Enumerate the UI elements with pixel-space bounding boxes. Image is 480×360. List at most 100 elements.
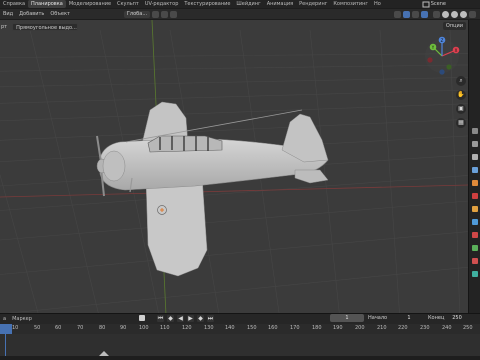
workspace-tab-compositing[interactable]: Композитинг — [330, 0, 371, 8]
auto-keying-icon[interactable] — [139, 315, 145, 321]
ruler-tick: 110 — [160, 325, 170, 331]
ruler-tick: 150 — [247, 325, 257, 331]
playhead-frame-marker[interactable] — [0, 324, 12, 334]
workspace-tab-texture[interactable]: Текстурирование — [181, 0, 233, 8]
workspace-tab-layout[interactable]: Планировка — [28, 0, 66, 8]
3d-viewport[interactable] — [0, 20, 468, 315]
status-bar — [0, 356, 480, 360]
gizmo-z-label: Z — [441, 38, 444, 43]
gizmo-x-label: X — [455, 48, 458, 53]
workspace-tab-modeling[interactable]: Моделирование — [66, 0, 114, 8]
ruler-tick: 130 — [204, 325, 214, 331]
canopy — [147, 135, 223, 153]
xray-icon[interactable] — [421, 10, 428, 18]
menu-view[interactable]: Вид — [0, 11, 16, 17]
options-dropdown[interactable]: Опции — [442, 22, 466, 30]
ruler-tick: 120 — [182, 325, 192, 331]
axis-gizmo-icon[interactable]: X Y Z — [422, 36, 462, 76]
ruler-tick: 240 — [442, 325, 452, 331]
playback-controls: ⏮ ◆ ◀ ▶ ◆ ⏭ — [157, 315, 214, 322]
timeline-menu-marker[interactable]: Маркер — [9, 316, 35, 322]
object-icon[interactable] — [471, 206, 478, 212]
render-icon[interactable] — [471, 141, 478, 147]
jump-keyframe-back-icon[interactable]: ◆ — [167, 315, 174, 322]
view-object-types-icon[interactable] — [394, 10, 401, 18]
camera-icon[interactable]: ▣ — [456, 104, 466, 114]
frame-end-field[interactable]: 250 — [446, 314, 468, 322]
workspace-tab-animation[interactable]: Анимация — [264, 0, 296, 8]
menu-object[interactable]: Объект — [47, 11, 73, 17]
selection-mode-dropdown[interactable]: Прямоугольное выдо... — [12, 22, 79, 31]
shading-material-icon[interactable] — [451, 10, 458, 18]
scene-selector[interactable]: Scene — [422, 0, 446, 8]
workspace-tab-sculpt[interactable]: Скульпт — [114, 0, 142, 8]
timeline-ruler[interactable]: 10 50 60 70 80 90 100 110 120 130 140 15… — [0, 324, 480, 334]
play-reverse-icon[interactable]: ◀ — [177, 315, 184, 322]
x-axis-line — [0, 184, 468, 198]
tool-icon[interactable] — [471, 128, 478, 134]
jump-end-icon[interactable]: ⏭ — [207, 315, 214, 322]
scene-icon — [422, 1, 430, 7]
scene-icon[interactable] — [471, 180, 478, 186]
physics-icon[interactable] — [471, 245, 478, 251]
ruler-tick: 160 — [268, 325, 278, 331]
prop-blade-top — [96, 135, 102, 163]
ruler-tick: 50 — [34, 325, 41, 331]
ruler-tick: 250 — [463, 325, 473, 331]
ruler-tick: 70 — [77, 325, 84, 331]
timeline-menu-view[interactable]: а — [0, 316, 9, 322]
workspace-bar: Справка Планировка Моделирование Скульпт… — [0, 0, 480, 8]
ruler-tick: 180 — [312, 325, 322, 331]
ruler-tick: 80 — [99, 325, 106, 331]
play-icon[interactable]: ▶ — [187, 315, 194, 322]
shading-wire-icon[interactable] — [433, 10, 440, 18]
constraints-icon[interactable] — [471, 258, 478, 264]
tool-header: рт Прямоугольное выдо... — [0, 21, 480, 32]
particles-icon[interactable] — [471, 232, 478, 238]
workspace-tab-help[interactable]: Справка — [0, 0, 28, 8]
ruler-tick: 140 — [225, 325, 235, 331]
ortho-grid-icon[interactable]: ▦ — [456, 118, 466, 128]
shading-rendered-icon[interactable] — [460, 10, 467, 18]
data-icon[interactable] — [471, 271, 478, 277]
modifier-icon[interactable] — [471, 219, 478, 225]
zoom-icon[interactable]: ⌕ — [456, 76, 466, 86]
world-icon[interactable] — [471, 193, 478, 199]
frame-end-label: Конец — [428, 315, 445, 321]
tool-label: рт — [1, 23, 8, 30]
ruler-tick: 90 — [120, 325, 127, 331]
gizmo-toggle-icon[interactable] — [403, 10, 410, 18]
jump-keyframe-forward-icon[interactable]: ◆ — [197, 315, 204, 322]
viewport-header: Вид Добавить Объект Глоба... — [0, 9, 480, 19]
workspace-tab-geometry[interactable]: Но — [371, 0, 384, 8]
viewport-scene — [0, 20, 468, 315]
current-frame-field[interactable]: 1 — [330, 314, 364, 322]
workspace-tab-shading[interactable]: Шейдинг — [233, 0, 263, 8]
frame-start-field[interactable]: 1 — [394, 314, 424, 322]
overlays-icon[interactable] — [412, 10, 419, 18]
view-layer-icon[interactable] — [471, 167, 478, 173]
timeline-tracks[interactable] — [0, 334, 480, 360]
pivot-point-icon[interactable] — [152, 10, 160, 18]
wing-lower — [145, 174, 208, 277]
navigation-gizmo[interactable]: X Y Z — [422, 36, 462, 76]
playhead-line[interactable] — [5, 334, 6, 356]
shading-options-icon[interactable] — [469, 10, 476, 18]
properties-tab-strip — [468, 20, 480, 320]
scene-name: Scene — [430, 1, 446, 7]
workspace-tab-rendering[interactable]: Рендеринг — [296, 0, 330, 8]
snap-icon[interactable] — [161, 10, 169, 18]
workspace-tab-uv[interactable]: UV-редактор — [142, 0, 182, 8]
proportional-edit-icon[interactable] — [170, 10, 178, 18]
engine-cowl — [102, 150, 126, 182]
jump-start-icon[interactable]: ⏮ — [157, 315, 164, 322]
menu-add[interactable]: Добавить — [16, 11, 47, 17]
output-icon[interactable] — [471, 154, 478, 160]
transform-orientation-dropdown[interactable]: Глоба... — [123, 10, 151, 18]
ruler-tick: 10 — [12, 325, 19, 331]
navigation-tools: ⌕ ✋ ▣ ▦ — [456, 76, 466, 128]
shading-solid-icon[interactable] — [442, 10, 449, 18]
stabilizer — [294, 169, 329, 184]
pan-icon[interactable]: ✋ — [456, 90, 466, 100]
ruler-tick: 230 — [420, 325, 430, 331]
